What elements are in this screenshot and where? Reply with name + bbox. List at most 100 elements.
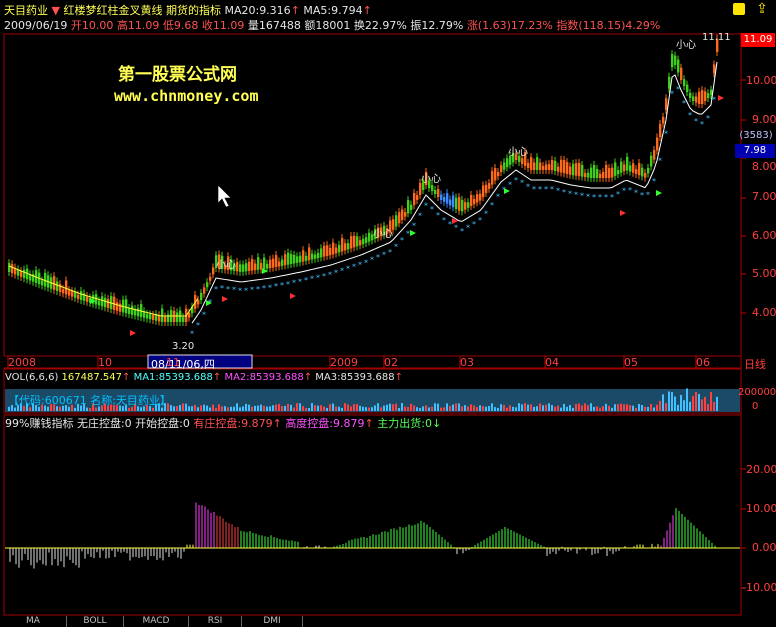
candle-body	[491, 171, 494, 185]
candle-body	[620, 161, 623, 173]
star-mark: *	[190, 330, 194, 339]
volume-bar	[578, 403, 580, 411]
candle-body	[521, 158, 524, 164]
star-mark: *	[448, 220, 452, 229]
candle-body	[614, 162, 617, 176]
candle-body	[125, 299, 128, 314]
volume-bar	[209, 407, 211, 411]
volume-bar	[293, 407, 295, 411]
volume-bar	[596, 406, 598, 411]
volume-bar	[317, 405, 319, 411]
tab-macd[interactable]: MACD	[124, 616, 189, 627]
star-mark: *	[556, 187, 560, 196]
volume-bar	[473, 405, 475, 411]
candle-body	[272, 258, 275, 268]
time-label: 02	[384, 356, 398, 369]
volume-bar	[362, 406, 364, 411]
tab-boll[interactable]: BOLL	[67, 616, 124, 627]
volume-bar	[281, 406, 283, 411]
candle-body	[287, 252, 290, 265]
candle-body	[680, 67, 683, 80]
star-mark: *	[334, 269, 338, 278]
star-mark: *	[256, 285, 260, 294]
candle-body	[53, 276, 56, 290]
volume-tick: 0	[752, 401, 759, 412]
star-mark: *	[658, 157, 662, 166]
volume-bar	[674, 396, 676, 411]
candle-body	[470, 194, 473, 206]
volume-bar	[254, 405, 256, 411]
star-mark: *	[220, 284, 224, 293]
signal-flag-icon	[222, 296, 228, 302]
indicator-name: 99%赚钱指标	[5, 417, 74, 430]
volume-bar	[365, 407, 367, 411]
star-mark: *	[676, 85, 680, 94]
stock-code-box: (3583)	[739, 130, 773, 141]
star-mark: *	[214, 285, 218, 294]
candle-body	[563, 160, 566, 174]
signal-flag-icon	[130, 330, 136, 336]
candle-body	[581, 164, 584, 177]
volume-bar	[662, 394, 664, 411]
candle-body	[368, 232, 371, 242]
candle-body	[707, 93, 710, 98]
volume-bar	[551, 404, 553, 411]
volume-bar	[242, 406, 244, 411]
candle-body	[152, 314, 155, 320]
star-mark: *	[616, 190, 620, 199]
indicator-zhuli: 主力出货:0	[377, 417, 432, 430]
up-arrow-icon: ↑	[394, 372, 403, 383]
low-price-label: 3.20	[172, 341, 195, 352]
volume-bar	[515, 407, 517, 411]
tab-ma[interactable]: MA	[0, 616, 67, 627]
volume-bar	[287, 404, 289, 411]
candle-body	[365, 237, 368, 243]
candle-body	[56, 281, 59, 291]
volume-bar	[260, 404, 262, 411]
candle-body	[605, 164, 608, 178]
candle-body	[584, 172, 587, 178]
tab-dmi[interactable]: DMI	[242, 616, 303, 627]
volume-bar	[239, 407, 241, 411]
candle-body	[488, 183, 491, 189]
star-mark: *	[304, 276, 308, 285]
candle-body	[353, 235, 356, 248]
volume-bar	[380, 407, 382, 411]
star-mark: *	[568, 190, 572, 199]
candle-body	[431, 185, 434, 191]
star-mark: *	[250, 286, 254, 295]
candle-body	[80, 291, 83, 300]
volume-bar	[392, 404, 394, 411]
star-mark: *	[688, 111, 692, 120]
volume-bar	[344, 403, 346, 411]
volume-bar	[425, 405, 427, 411]
volume-bar	[521, 404, 523, 411]
volume-bar	[545, 404, 547, 411]
volume-bar	[716, 396, 718, 411]
indicator-youzhuang: 有庄控盘:9.879	[193, 417, 273, 430]
volume-bar	[413, 405, 415, 411]
star-mark: *	[628, 186, 632, 195]
volume-bar	[629, 405, 631, 411]
volume-bar	[419, 407, 421, 411]
candle-body	[311, 253, 314, 260]
volume-bar	[638, 403, 640, 411]
candle-body	[197, 299, 200, 305]
candle-body	[146, 313, 149, 319]
star-mark: *	[442, 216, 446, 225]
candle-body	[281, 259, 284, 266]
tab-rsi[interactable]: RSI	[189, 616, 242, 627]
star-mark: *	[274, 282, 278, 291]
star-mark: *	[406, 229, 410, 238]
star-mark: *	[310, 275, 314, 284]
signal-flag-icon	[718, 95, 724, 101]
volume-bar	[461, 406, 463, 411]
indicator-gaodu: 高度控盘:9.879	[285, 417, 365, 430]
star-mark: *	[244, 286, 248, 295]
volume-bar	[440, 407, 442, 411]
volume-bar	[587, 405, 589, 411]
volume-bar	[263, 405, 265, 411]
volume-bar	[683, 400, 685, 411]
star-mark: *	[640, 191, 644, 200]
candle-body	[686, 84, 689, 92]
